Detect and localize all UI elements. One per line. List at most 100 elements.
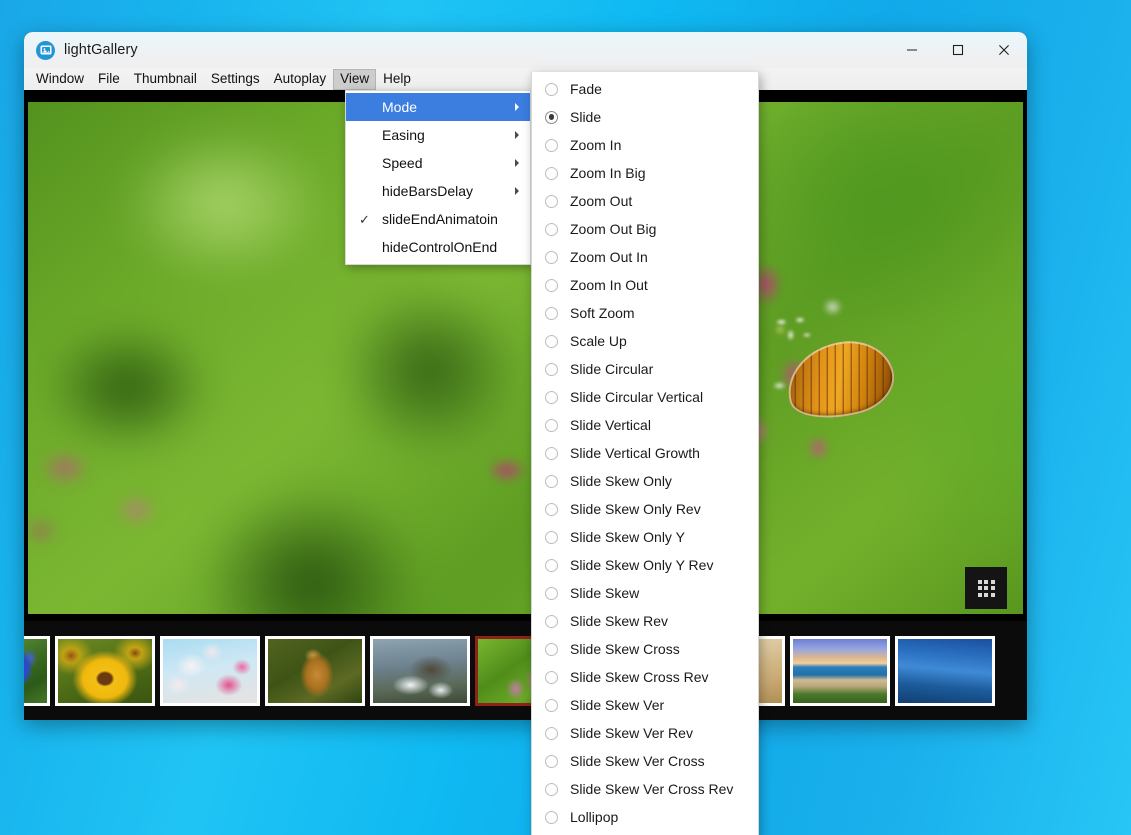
mode-option-label: Slide Skew Ver Cross Rev [570, 781, 734, 797]
thumbnail-strip[interactable] [24, 621, 1027, 720]
radio-selected-icon[interactable] [545, 110, 558, 124]
radio-icon[interactable] [545, 698, 558, 712]
menu-item-slideendanimatoin[interactable]: ✓ slideEndAnimatoin [346, 205, 530, 233]
menubar-item-window[interactable]: Window [29, 69, 91, 90]
menubar-item-file[interactable]: File [91, 69, 127, 90]
title-bar: lightGallery [24, 32, 1027, 68]
radio-icon[interactable] [545, 726, 558, 740]
mode-option-slide-skew-cross-rev[interactable]: Slide Skew Cross Rev [532, 663, 758, 691]
menubar-item-view[interactable]: View [333, 68, 377, 90]
radio-icon[interactable] [545, 754, 558, 768]
mode-option-slide-skew[interactable]: Slide Skew [532, 579, 758, 607]
radio-icon[interactable] [545, 642, 558, 656]
mode-option-zoom-out-big[interactable]: Zoom Out Big [532, 215, 758, 243]
thumbnail-blue-scene[interactable] [895, 635, 995, 706]
mode-option-zoom-in[interactable]: Zoom In [532, 131, 758, 159]
menu-item-easing[interactable]: Easing [346, 121, 530, 149]
radio-icon[interactable] [545, 194, 558, 208]
mode-option-slide-circular-vertical[interactable]: Slide Circular Vertical [532, 383, 758, 411]
maximize-button[interactable] [935, 32, 981, 68]
menubar-item-autoplay[interactable]: Autoplay [267, 69, 334, 90]
mode-option-slide-skew-only-y[interactable]: Slide Skew Only Y [532, 523, 758, 551]
mode-option-label: Slide Skew [570, 585, 640, 601]
radio-icon[interactable] [545, 418, 558, 432]
menu-item-label: Mode [382, 99, 418, 115]
radio-icon[interactable] [545, 586, 558, 600]
mode-option-slide-vertical[interactable]: Slide Vertical [532, 411, 758, 439]
check-icon: ✓ [359, 211, 370, 227]
mode-option-lollipop[interactable]: Lollipop [532, 803, 758, 831]
radio-icon[interactable] [545, 250, 558, 264]
menu-item-hidecontrolonend[interactable]: hideControlOnEnd [346, 233, 530, 261]
mode-option-slide-vertical-growth[interactable]: Slide Vertical Growth [532, 439, 758, 467]
radio-icon[interactable] [545, 138, 558, 152]
mode-option-soft-zoom[interactable]: Soft Zoom [532, 299, 758, 327]
radio-icon[interactable] [545, 166, 558, 180]
mode-option-slide-skew-only-y-rev[interactable]: Slide Skew Only Y Rev [532, 551, 758, 579]
mode-option-label: Slide Skew Ver [570, 697, 665, 713]
radio-icon[interactable] [545, 558, 558, 572]
mode-option-slide-skew-only[interactable]: Slide Skew Only [532, 467, 758, 495]
radio-icon[interactable] [545, 446, 558, 460]
thumbnail-blossom[interactable] [160, 635, 260, 706]
menubar-item-thumbnail[interactable]: Thumbnail [127, 69, 204, 90]
thumbnail-snow[interactable] [370, 635, 470, 706]
radio-icon[interactable] [545, 306, 558, 320]
close-button[interactable] [981, 32, 1027, 68]
mode-option-label: Slide Vertical [570, 417, 651, 433]
radio-icon[interactable] [545, 782, 558, 796]
radio-icon[interactable] [545, 614, 558, 628]
mode-option-label: Slide Circular [570, 361, 654, 377]
mode-option-slide[interactable]: Slide [532, 103, 758, 131]
radio-icon[interactable] [545, 810, 558, 824]
mode-option-label: Slide Vertical Growth [570, 445, 700, 461]
thumbnail-sunflower[interactable] [55, 635, 155, 706]
thumbnail-cliff-coast[interactable] [790, 635, 890, 706]
menu-item-label: Speed [382, 155, 423, 171]
mode-option-label: Scale Up [570, 333, 627, 349]
mode-option-label: Slide Skew Only Rev [570, 501, 701, 517]
radio-icon[interactable] [545, 222, 558, 236]
mode-option-zoom-out[interactable]: Zoom Out [532, 187, 758, 215]
thumbnail-cornflower[interactable] [24, 635, 50, 706]
menubar-item-settings[interactable]: Settings [204, 69, 267, 90]
radio-icon[interactable] [545, 278, 558, 292]
flower-cluster-left [28, 419, 237, 594]
menu-item-speed[interactable]: Speed [346, 149, 530, 177]
mode-option-slide-skew-only-rev[interactable]: Slide Skew Only Rev [532, 495, 758, 523]
mode-option-slide-skew-ver[interactable]: Slide Skew Ver [532, 691, 758, 719]
mode-option-slide-skew-ver-cross[interactable]: Slide Skew Ver Cross [532, 747, 758, 775]
mode-submenu: Fade Slide Zoom In Zoom In Big Zoom Out Zoom … [531, 72, 759, 835]
mode-option-zoom-out-in[interactable]: Zoom Out In [532, 243, 758, 271]
radio-icon[interactable] [545, 334, 558, 348]
mode-option-slide-skew-ver-cross-rev[interactable]: Slide Skew Ver Cross Rev [532, 775, 758, 803]
menu-item-label: slideEndAnimatoin [382, 211, 498, 227]
radio-icon[interactable] [545, 670, 558, 684]
mode-option-label: Slide Skew Cross Rev [570, 669, 709, 685]
radio-icon[interactable] [545, 390, 558, 404]
radio-icon[interactable] [545, 530, 558, 544]
menu-item-hidebarsdelay[interactable]: hideBarsDelay [346, 177, 530, 205]
mode-option-slide-circular[interactable]: Slide Circular [532, 355, 758, 383]
mode-option-label: Slide Skew Ver Rev [570, 725, 693, 741]
thumbnail-cheetah[interactable] [265, 635, 365, 706]
mode-option-fade[interactable]: Fade [532, 75, 758, 103]
mode-option-zoom-in-big[interactable]: Zoom In Big [532, 159, 758, 187]
radio-icon[interactable] [545, 82, 558, 96]
radio-icon[interactable] [545, 362, 558, 376]
menubar-item-help[interactable]: Help [376, 69, 418, 90]
mode-option-slide-skew-rev[interactable]: Slide Skew Rev [532, 607, 758, 635]
mode-option-slide-skew-ver-rev[interactable]: Slide Skew Ver Rev [532, 719, 758, 747]
radio-icon[interactable] [545, 474, 558, 488]
mode-option-zoom-in-out[interactable]: Zoom In Out [532, 271, 758, 299]
menu-item-mode[interactable]: Mode [346, 93, 530, 121]
mode-option-slide-skew-cross[interactable]: Slide Skew Cross [532, 635, 758, 663]
mode-option-label: Zoom Out In [570, 249, 648, 265]
mode-option-scale-up[interactable]: Scale Up [532, 327, 758, 355]
desktop-background: lightGallery Window File Thumbnail Setti… [0, 0, 1131, 835]
mode-option-label: Zoom In Big [570, 165, 646, 181]
grid-icon[interactable] [965, 567, 1007, 609]
grid-glyph [977, 579, 995, 597]
radio-icon[interactable] [545, 502, 558, 516]
minimize-button[interactable] [889, 32, 935, 68]
